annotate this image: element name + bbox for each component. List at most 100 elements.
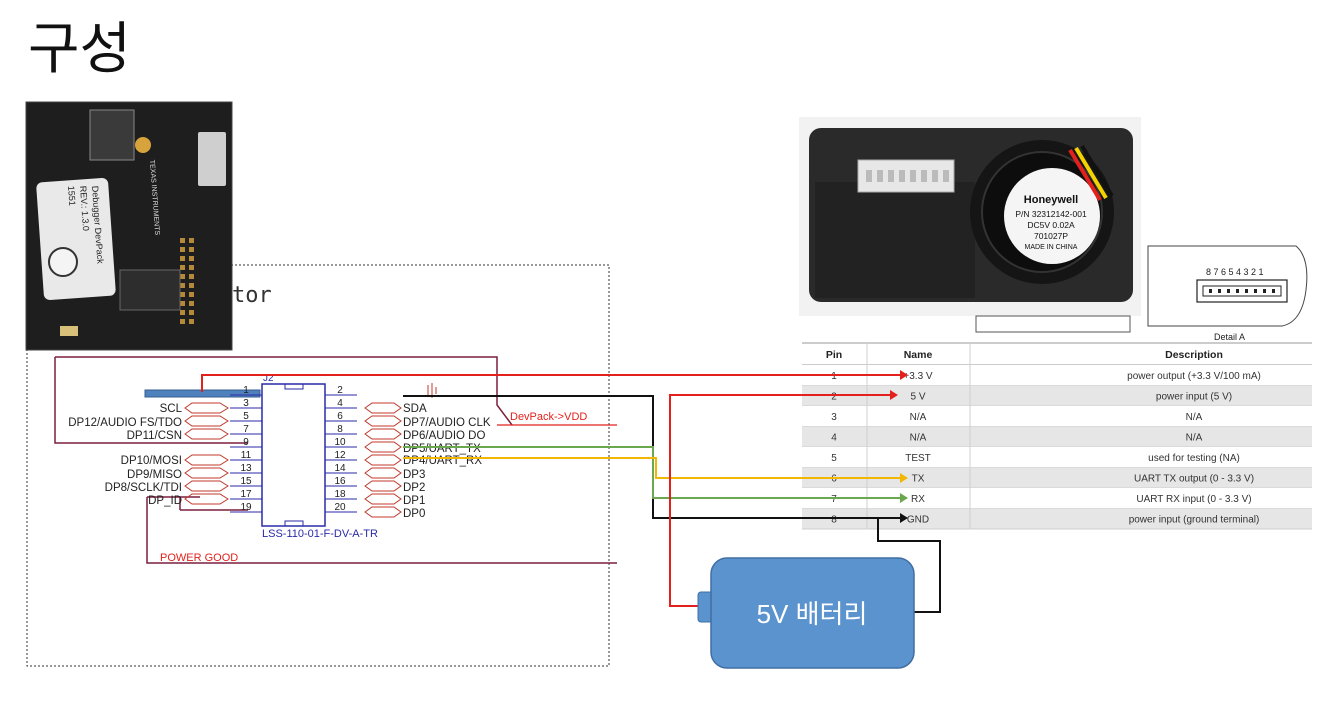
devpack-header-pin bbox=[189, 283, 194, 288]
even-pin-numbers: 2 4 6 8 10 12 14 16 18 20 bbox=[334, 385, 346, 513]
detail-pin bbox=[1245, 289, 1248, 293]
devpack-header-pin bbox=[189, 310, 194, 315]
odd-pin-number: 19 bbox=[240, 502, 252, 513]
devpack-vdd-label: DevPack->VDD bbox=[510, 411, 587, 423]
right-label-dp1: DP1 bbox=[403, 495, 425, 507]
devpack-header-pin bbox=[189, 265, 194, 270]
even-pin-number: 2 bbox=[337, 385, 343, 396]
table-cell-description: N/A bbox=[1186, 412, 1203, 423]
sensor-connector-pin bbox=[899, 170, 905, 182]
battery-label: 5V 배터리 bbox=[757, 599, 868, 629]
even-pin-number: 18 bbox=[334, 489, 346, 500]
detail-pin bbox=[1227, 289, 1230, 293]
table-cell-pin: 7 bbox=[831, 494, 837, 505]
right-label-dp7: DP7/AUDIO CLK bbox=[403, 417, 491, 429]
devpack-header-pin bbox=[189, 256, 194, 261]
sensor-connector-pin bbox=[943, 170, 949, 182]
devpack-header-pin bbox=[189, 301, 194, 306]
right-net-flag bbox=[364, 402, 402, 414]
right-label-dp2: DP2 bbox=[403, 482, 425, 494]
table-cell-description: power input (ground terminal) bbox=[1129, 515, 1260, 526]
table-cell-description: power input (5 V) bbox=[1156, 392, 1232, 403]
left-net-flag bbox=[184, 467, 229, 479]
devpack-header-pin bbox=[189, 247, 194, 252]
right-net-flag bbox=[364, 506, 402, 518]
sensor-label-origin: MADE IN CHINA bbox=[1025, 244, 1078, 251]
left-label-dp8: DP8/SCLK/TDI bbox=[105, 482, 182, 494]
right-net-flag bbox=[364, 428, 402, 440]
even-pin-number: 6 bbox=[337, 411, 343, 422]
table-cell-name: TEST bbox=[905, 453, 931, 464]
table-row bbox=[802, 406, 1312, 427]
right-net-flag bbox=[364, 454, 402, 466]
table-cell-pin: 4 bbox=[831, 433, 837, 444]
table-header-pin: Pin bbox=[826, 349, 842, 361]
right-label-sda: SDA bbox=[403, 403, 427, 415]
power-good-label: POWER GOOD bbox=[160, 552, 238, 564]
detail-pin bbox=[1218, 289, 1221, 293]
table-cell-description: used for testing (NA) bbox=[1148, 453, 1240, 464]
schematic-partial-title: tor bbox=[232, 283, 272, 308]
devpack-header-pin bbox=[180, 274, 185, 279]
left-net-flag bbox=[184, 493, 229, 505]
table-cell-pin: 8 bbox=[831, 515, 837, 526]
left-label-dp11: DP11/CSN bbox=[127, 430, 182, 442]
odd-pin-number: 13 bbox=[240, 463, 252, 474]
even-pin-number: 12 bbox=[334, 450, 346, 461]
devpack-header-pin bbox=[189, 274, 194, 279]
odd-pin-number: 15 bbox=[240, 476, 252, 487]
sensor-connector-pin bbox=[877, 170, 883, 182]
left-net-flag bbox=[184, 402, 229, 414]
right-label-dp5: DP5/UART_TX bbox=[403, 443, 481, 455]
even-pin-number: 16 bbox=[334, 476, 346, 487]
left-net-flag bbox=[184, 428, 229, 440]
left-label-dp12: DP12/AUDIO FS/TDO bbox=[68, 417, 182, 429]
devpack-board-photo: Debugger DevPack REV.: 1.3.0 1551 TEXAS … bbox=[25, 101, 233, 351]
detail-a-view: 8 7 6 5 4 3 2 1 Detail A bbox=[1147, 245, 1308, 342]
detail-pin bbox=[1272, 289, 1275, 293]
devpack-header-pin bbox=[189, 292, 194, 297]
table-header-name: Name bbox=[904, 349, 933, 361]
right-label-dp4: DP4/UART_RX bbox=[403, 455, 482, 467]
right-net-flag bbox=[364, 467, 402, 479]
left-net-flag bbox=[184, 415, 229, 427]
left-net-flag bbox=[184, 480, 229, 492]
detail-caption: Detail A bbox=[1214, 332, 1245, 342]
left-label-dpid: DP_ID bbox=[148, 495, 182, 507]
devpack-board-text-3: 1551 bbox=[66, 185, 77, 206]
right-net-flag bbox=[364, 493, 402, 505]
table-cell-description: power output (+3.3 V/100 mA) bbox=[1127, 371, 1261, 382]
sensor-label-pn: P/N 32312142-001 bbox=[1015, 209, 1087, 219]
devpack-header-pin bbox=[189, 319, 194, 324]
sensor-connector-pin bbox=[910, 170, 916, 182]
table-cell-description: N/A bbox=[1186, 433, 1203, 444]
odd-pin-number: 1 bbox=[243, 385, 249, 396]
sensor-photo: Honeywell P/N 32312142-001 DC5V 0.02A 70… bbox=[799, 117, 1141, 333]
devpack-header-pin bbox=[180, 247, 185, 252]
pin-table: Pin Name Description 1 +3.3 V power output… bbox=[802, 342, 1312, 530]
odd-pin-number: 11 bbox=[241, 450, 252, 461]
sensor-connector-pin bbox=[866, 170, 872, 182]
table-header-description: Description bbox=[1165, 349, 1223, 361]
table-cell-name: 5 V bbox=[910, 392, 925, 403]
devpack-header-pin bbox=[180, 238, 185, 243]
table-cell-name: RX bbox=[911, 494, 925, 505]
odd-pin-number: 9 bbox=[243, 437, 249, 448]
odd-pin-number: 5 bbox=[243, 411, 249, 422]
sensor-connector-pin bbox=[921, 170, 927, 182]
detail-pin bbox=[1236, 289, 1239, 293]
detail-pin-numbers: 8 7 6 5 4 3 2 1 bbox=[1206, 267, 1264, 277]
right-net-flag bbox=[364, 441, 402, 453]
odd-pin-number: 3 bbox=[243, 398, 249, 409]
devpack-header-pin bbox=[180, 265, 185, 270]
devpack-header-pin bbox=[180, 283, 185, 288]
table-cell-name: TX bbox=[912, 474, 925, 485]
table-cell-description: UART RX input (0 - 3.3 V) bbox=[1136, 494, 1251, 505]
devpack-header-pin bbox=[180, 310, 185, 315]
right-net-flag bbox=[364, 415, 402, 427]
devpack-header-pin bbox=[180, 301, 185, 306]
even-pin-number: 4 bbox=[337, 398, 343, 409]
connector-j2 bbox=[261, 383, 326, 527]
table-cell-pin: 2 bbox=[831, 392, 837, 403]
even-pin-number: 8 bbox=[337, 424, 343, 435]
